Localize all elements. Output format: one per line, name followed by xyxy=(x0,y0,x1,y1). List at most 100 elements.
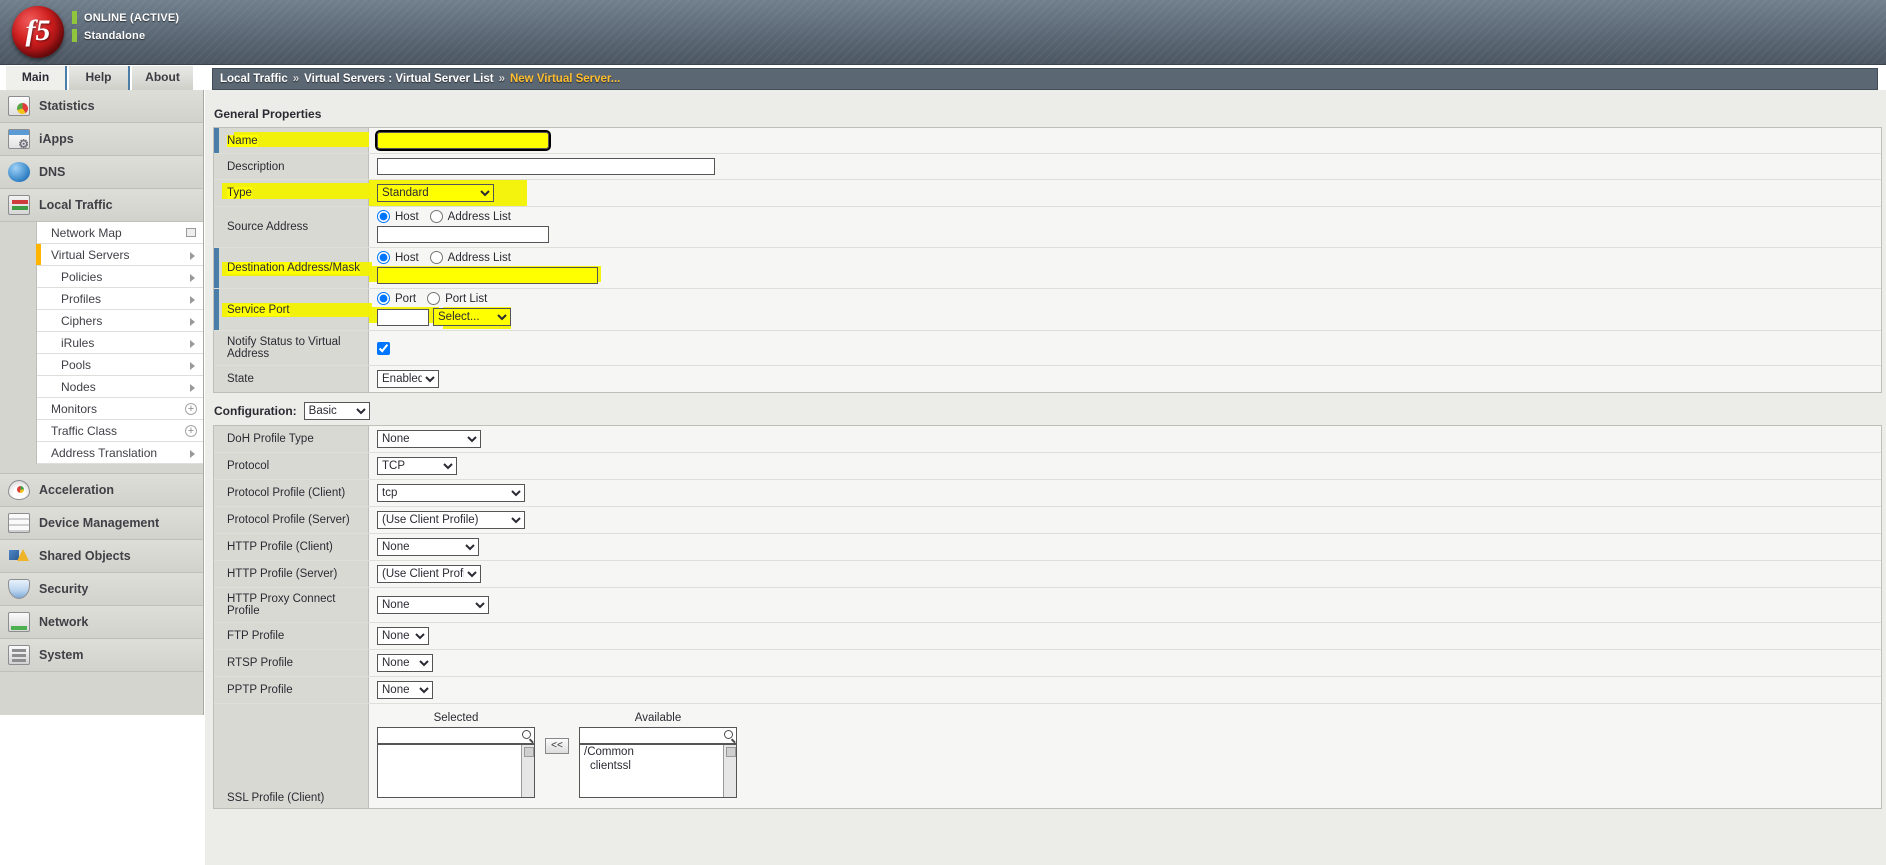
source-address-mode-group: Host Address List xyxy=(377,210,1881,223)
row-doh-profile-type: DoH Profile Type None xyxy=(214,426,1881,453)
sidebar-item-profiles[interactable]: Profiles xyxy=(37,288,203,310)
main-content: General Properties Name Description Type xyxy=(205,90,1886,865)
destination-address-list-radio[interactable] xyxy=(430,251,443,264)
service-port-list-radio[interactable] xyxy=(427,292,440,305)
plus-circle-icon[interactable]: + xyxy=(185,403,197,415)
plus-circle-icon[interactable]: + xyxy=(185,425,197,437)
label-service-port-text: Service Port xyxy=(227,304,290,316)
sidebar-item-device-management[interactable]: Device Management xyxy=(0,507,203,540)
row-rtsp-profile: RTSP Profile None xyxy=(214,650,1881,677)
sidebar-item-monitors[interactable]: Monitors + xyxy=(37,398,203,420)
value-http-proxy-connect-profile: None xyxy=(369,588,1881,622)
general-properties-title: General Properties xyxy=(214,107,1886,121)
chevron-right-icon xyxy=(190,450,195,458)
sidebar-item-iapps[interactable]: iApps xyxy=(0,123,203,156)
move-left-button[interactable]: << xyxy=(545,738,569,754)
ssl-available-listbox[interactable]: /Common clientssl xyxy=(579,744,737,798)
state-select[interactable]: Enabled xyxy=(377,370,439,388)
row-http-proxy-connect-profile: HTTP Proxy Connect Profile None xyxy=(214,588,1881,623)
sidebar-item-policies[interactable]: Policies xyxy=(37,266,203,288)
configuration-label: Configuration: xyxy=(214,404,297,418)
search-icon xyxy=(522,730,531,739)
breadcrumb-module[interactable]: Local Traffic xyxy=(220,73,288,85)
description-input[interactable] xyxy=(377,158,715,175)
label-http-proxy-connect-profile: HTTP Proxy Connect Profile xyxy=(214,588,369,622)
configuration-level-select[interactable]: Basic xyxy=(304,402,370,420)
service-port-input[interactable] xyxy=(377,309,429,326)
label-source-address: Source Address xyxy=(214,207,369,247)
protocol-profile-client-select[interactable]: tcp xyxy=(377,484,525,502)
source-address-host-radio[interactable] xyxy=(377,210,390,223)
scrollbar[interactable] xyxy=(723,745,736,797)
source-address-list-option[interactable]: Address List xyxy=(430,210,511,223)
breadcrumb-section[interactable]: Virtual Servers : Virtual Server List xyxy=(304,73,493,85)
service-port-select[interactable]: Select... xyxy=(433,308,511,326)
chevron-right-icon xyxy=(190,296,195,304)
sidebar-item-local-traffic[interactable]: Local Traffic xyxy=(0,189,203,222)
scrollbar[interactable] xyxy=(521,745,534,797)
sidebar-item-shared-objects[interactable]: Shared Objects xyxy=(0,540,203,573)
http-profile-server-select[interactable]: (Use Client Profile) xyxy=(377,565,481,583)
source-address-input[interactable] xyxy=(377,226,549,243)
row-destination-address: Destination Address/Mask Host Address Li… xyxy=(214,248,1881,289)
sidebar-item-irules[interactable]: iRules xyxy=(37,332,203,354)
ssl-selected-search[interactable] xyxy=(377,727,535,744)
sidebar-item-dns[interactable]: DNS xyxy=(0,156,203,189)
tab-help[interactable]: Help xyxy=(69,66,130,90)
sidebar-item-security[interactable]: Security xyxy=(0,573,203,606)
service-port-list-option[interactable]: Port List xyxy=(427,292,487,305)
row-name: Name xyxy=(214,128,1881,154)
rtsp-profile-select[interactable]: None xyxy=(377,654,433,672)
chevron-right-icon xyxy=(190,252,195,260)
ssl-available-search[interactable] xyxy=(579,727,737,744)
status-secondary-label: Standalone xyxy=(84,30,145,42)
sidebar-label-network-map: Network Map xyxy=(51,226,122,240)
value-state: Enabled xyxy=(369,366,1881,392)
label-type-text: Type xyxy=(227,187,252,199)
sidebar-item-address-translation[interactable]: Address Translation xyxy=(37,442,203,464)
breadcrumb-separator-1: » xyxy=(293,73,299,85)
destination-address-input[interactable] xyxy=(377,267,598,284)
label-name-text: Name xyxy=(227,135,258,147)
sidebar-item-traffic-class[interactable]: Traffic Class + xyxy=(37,420,203,442)
http-proxy-connect-profile-select[interactable]: None xyxy=(377,596,489,614)
sidebar-item-system[interactable]: System xyxy=(0,639,203,672)
tab-main[interactable]: Main xyxy=(6,66,67,90)
protocol-select[interactable]: TCP xyxy=(377,457,457,475)
destination-address-host-option[interactable]: Host xyxy=(377,251,419,264)
sidebar-item-ciphers[interactable]: Ciphers xyxy=(37,310,203,332)
notify-status-checkbox[interactable] xyxy=(377,342,390,355)
destination-address-host-radio[interactable] xyxy=(377,251,390,264)
name-input[interactable] xyxy=(377,132,549,149)
label-rtsp-profile: RTSP Profile xyxy=(214,650,369,676)
sidebar-label-traffic-class: Traffic Class xyxy=(51,424,117,438)
sidebar-item-pools[interactable]: Pools xyxy=(37,354,203,376)
list-item[interactable]: /Common xyxy=(580,745,736,759)
destination-address-list-option[interactable]: Address List xyxy=(430,251,511,264)
label-ssl-profile-client: SSL Profile (Client) xyxy=(214,704,369,808)
sidebar-item-virtual-servers[interactable]: Virtual Servers xyxy=(37,244,203,266)
tab-about[interactable]: About xyxy=(132,66,193,90)
sidebar-label-pools: Pools xyxy=(61,358,91,372)
ssl-selected-listbox[interactable] xyxy=(377,744,535,798)
sidebar-item-nodes[interactable]: Nodes xyxy=(37,376,203,398)
service-port-port-option[interactable]: Port xyxy=(377,292,416,305)
protocol-profile-server-select[interactable]: (Use Client Profile) xyxy=(377,511,525,529)
sidebar-item-network-map[interactable]: Network Map xyxy=(37,222,203,244)
pptp-profile-select[interactable]: None xyxy=(377,681,433,699)
service-port-list-label: Port List xyxy=(445,293,487,305)
sidebar-item-network[interactable]: Network xyxy=(0,606,203,639)
sidebar-item-statistics[interactable]: Statistics xyxy=(0,90,203,123)
sidebar-item-acceleration[interactable]: Acceleration xyxy=(0,474,203,507)
http-profile-client-select[interactable]: None xyxy=(377,538,479,556)
source-address-list-radio[interactable] xyxy=(430,210,443,223)
service-port-port-radio[interactable] xyxy=(377,292,390,305)
statistics-icon xyxy=(8,96,30,116)
list-item[interactable]: clientssl xyxy=(580,759,736,773)
source-address-host-option[interactable]: Host xyxy=(377,210,419,223)
doh-profile-type-select[interactable]: None xyxy=(377,430,481,448)
type-select[interactable]: Standard xyxy=(377,184,494,202)
breadcrumb-current: New Virtual Server... xyxy=(510,73,620,85)
sidebar-label-irules: iRules xyxy=(61,336,94,350)
ftp-profile-select[interactable]: None xyxy=(377,627,429,645)
